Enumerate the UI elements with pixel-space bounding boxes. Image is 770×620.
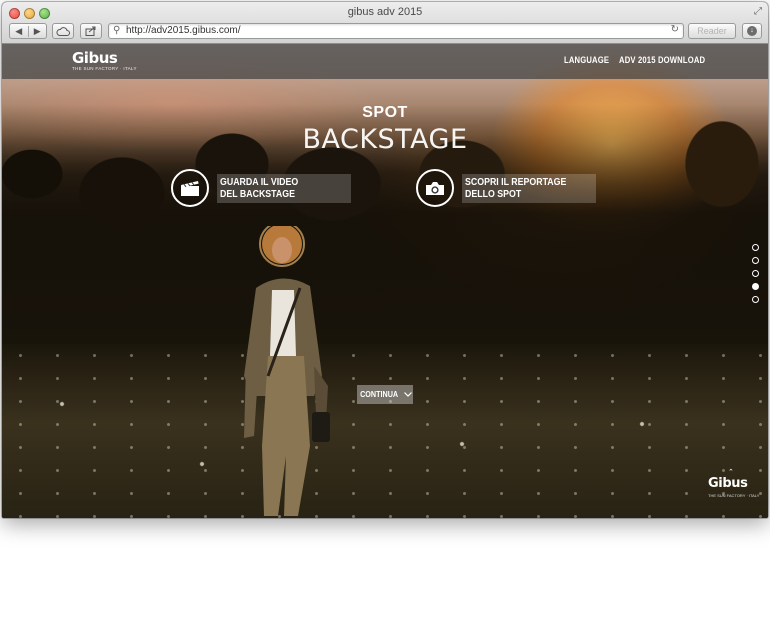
site-header: Gibus THE SUN FACTORY · ITALY LANGUAGE A…: [2, 44, 768, 79]
reportage-line2: DELLO SPOT: [465, 188, 522, 200]
background-flowers: [2, 344, 768, 518]
pager-dot-active[interactable]: [752, 283, 759, 290]
reportage-line1: SCOPRI IL REPORTAGE: [465, 176, 567, 188]
window-title: gibus adv 2015: [347, 6, 423, 18]
hero-title: BACKSTAGE: [302, 124, 468, 155]
watch-video-cta[interactable]: GUARDA IL VIDEO DEL BACKSTAGE: [171, 168, 351, 208]
back-button[interactable]: ◀: [10, 26, 28, 37]
address-url[interactable]: http://adv2015.gibus.com/: [126, 25, 241, 36]
gibus-logo[interactable]: Gibus: [72, 49, 118, 67]
watch-video-label[interactable]: GUARDA IL VIDEO DEL BACKSTAGE: [217, 173, 351, 203]
reportage-cta[interactable]: SCOPRI IL REPORTAGE DELLO SPOT: [416, 168, 596, 208]
title-bar: gibus adv 2015 ⤢ ◀ ▶ ⚲ http://adv2015.gi…: [2, 2, 768, 44]
back-forward-buttons: ◀ ▶: [9, 23, 47, 39]
icloud-tabs-button[interactable]: [52, 23, 74, 39]
share-icon: [85, 26, 96, 36]
pager-dot[interactable]: [752, 244, 759, 251]
section-pager: [752, 244, 760, 309]
download-arrow-icon: ↓: [747, 26, 757, 36]
continue-button[interactable]: CONTINUA: [357, 385, 413, 404]
cloud-icon: [56, 26, 70, 36]
hero-subtitle: SPOT: [362, 104, 408, 121]
reportage-label[interactable]: SCOPRI IL REPORTAGE DELLO SPOT: [462, 173, 596, 203]
continue-label: CONTINUA: [360, 390, 398, 399]
web-page: Gibus THE SUN FACTORY · ITALY LANGUAGE A…: [2, 44, 768, 518]
footer-logo-tagline: THE SUN FACTORY · ITALY: [708, 493, 760, 498]
footer-gibus-logo[interactable]: Gibus: [708, 476, 748, 491]
logo-sun-icon: ⌃: [728, 469, 734, 476]
hero-photo-woman: [244, 226, 330, 516]
clapperboard-icon[interactable]: [171, 169, 209, 207]
chevron-down-icon: [404, 392, 413, 397]
reader-button[interactable]: Reader: [688, 23, 736, 39]
forward-button[interactable]: ▶: [27, 25, 47, 37]
logo-tagline: THE SUN FACTORY · ITALY: [72, 66, 137, 71]
watch-video-line1: GUARDA IL VIDEO: [220, 176, 299, 188]
pager-dot[interactable]: [752, 257, 759, 264]
camera-icon[interactable]: [416, 169, 454, 207]
watch-video-line2: DEL BACKSTAGE: [220, 188, 295, 200]
pager-dot[interactable]: [752, 296, 759, 303]
browser-window: gibus adv 2015 ⤢ ◀ ▶ ⚲ http://adv2015.gi…: [2, 2, 768, 518]
address-bar[interactable]: ⚲ http://adv2015.gibus.com/ ↻: [108, 23, 684, 39]
share-button[interactable]: [80, 23, 102, 39]
fullscreen-icon[interactable]: ⤢: [754, 6, 762, 17]
reload-icon[interactable]: ↻: [671, 24, 679, 35]
site-favicon-icon: ⚲: [113, 25, 121, 36]
nav-download-link[interactable]: ADV 2015 DOWNLOAD: [619, 55, 705, 65]
downloads-button[interactable]: ↓: [742, 23, 762, 39]
nav-language-link[interactable]: LANGUAGE: [564, 55, 609, 65]
pager-dot[interactable]: [752, 270, 759, 277]
